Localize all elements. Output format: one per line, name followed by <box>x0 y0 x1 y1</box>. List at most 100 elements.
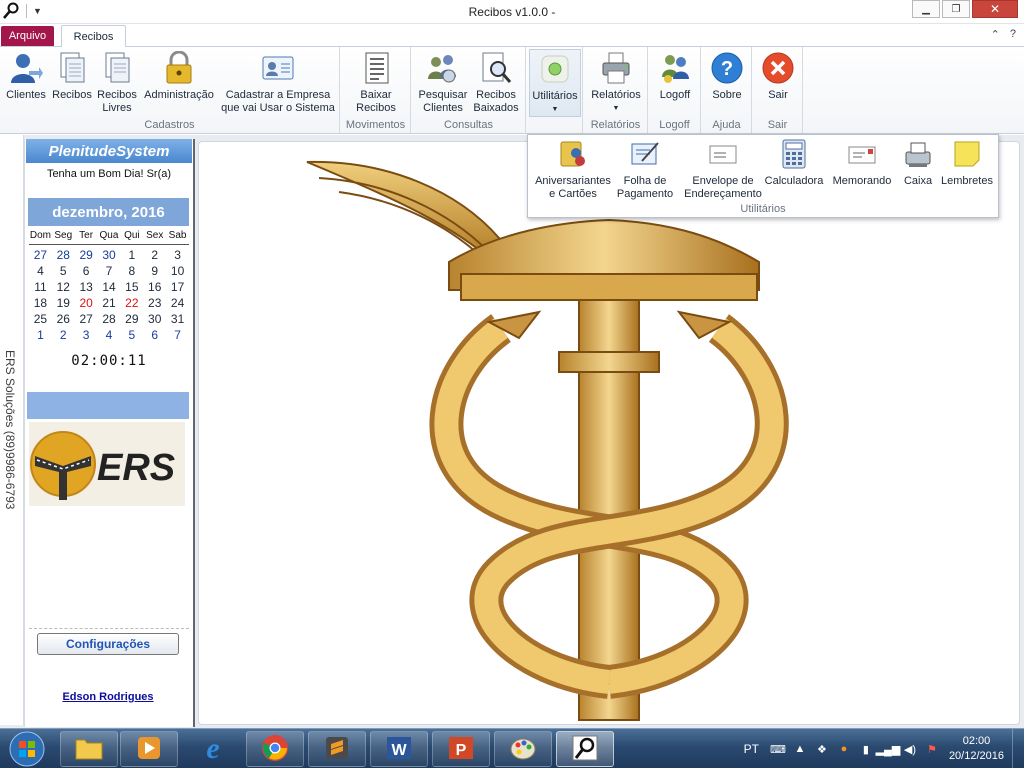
sair-button[interactable]: Sair <box>757 51 799 102</box>
calendar-day[interactable]: 15 <box>120 279 143 295</box>
calendar-day[interactable]: 27 <box>75 311 98 327</box>
administracao-button[interactable]: Administração <box>141 50 217 102</box>
calendar-day[interactable]: 17 <box>166 279 189 295</box>
calendar-day[interactable]: 25 <box>29 311 52 327</box>
calendar-day[interactable]: 19 <box>52 295 75 311</box>
relatorios-button[interactable]: Relatórios ▼ <box>588 51 644 115</box>
calendar-month[interactable]: dezembro, 2016 <box>28 198 189 226</box>
calendar-day[interactable]: 2 <box>52 327 75 343</box>
calendar-day[interactable]: 13 <box>75 279 98 295</box>
calendar-day[interactable]: 31 <box>166 311 189 327</box>
recibos-livres-button[interactable]: Recibos Livres <box>95 51 139 115</box>
close-button[interactable]: ✕ <box>972 0 1018 18</box>
calendar-day[interactable]: 5 <box>120 327 143 343</box>
calendar-day[interactable]: 14 <box>98 279 121 295</box>
show-hidden-icons[interactable]: ▲ <box>792 741 808 757</box>
group-logoff: Logoff Logoff <box>649 47 701 133</box>
author-link[interactable]: Edson Rodrigues <box>25 691 191 703</box>
caixa-button[interactable]: Caixa <box>898 139 938 188</box>
calendar-day[interactable]: 8 <box>120 263 143 279</box>
calendar-day[interactable]: 29 <box>75 247 98 263</box>
recibos-button[interactable]: Recibos <box>52 51 92 102</box>
calendar-day[interactable]: 2 <box>143 247 166 263</box>
calendar-day[interactable]: 21 <box>98 295 121 311</box>
collapse-ribbon-icon[interactable]: ⌃ <box>991 28 1000 41</box>
calendar-week: 27 28 29 30 1 2 3 <box>29 247 189 263</box>
taskbar-chrome[interactable] <box>246 731 304 767</box>
recibos-baixados-button[interactable]: Recibos Baixados <box>470 51 522 115</box>
calendar-day[interactable]: 4 <box>98 327 121 343</box>
taskbar-sublime[interactable] <box>308 731 366 767</box>
calendar-day[interactable]: 30 <box>98 247 121 263</box>
calendar-day[interactable]: 7 <box>98 263 121 279</box>
weekday-label: Ter <box>79 230 94 241</box>
dropbox-icon[interactable]: ❖ <box>814 741 830 757</box>
folha-pagamento-button[interactable]: Folha de Pagamento <box>614 139 676 201</box>
calendar-day[interactable]: 7 <box>166 327 189 343</box>
calendar-day[interactable]: 29 <box>120 311 143 327</box>
calculadora-button[interactable]: Calculadora <box>762 139 826 188</box>
calendar-day[interactable]: 10 <box>166 263 189 279</box>
calendar-day[interactable]: 28 <box>98 311 121 327</box>
memorando-button[interactable]: Memorando <box>828 139 896 188</box>
caixa-label: Caixa <box>903 175 933 187</box>
calendar-day[interactable]: 18 <box>29 295 52 311</box>
calendar-day[interactable]: 1 <box>29 327 52 343</box>
avast-icon[interactable]: ● <box>836 741 852 757</box>
calendar-day[interactable]: 11 <box>29 279 52 295</box>
taskbar-paint[interactable] <box>494 731 552 767</box>
show-desktop-button[interactable] <box>1012 729 1024 768</box>
minimize-button[interactable]: ▁ <box>912 0 940 18</box>
taskbar-explorer[interactable] <box>60 731 118 767</box>
calendar-day[interactable]: 4 <box>29 263 52 279</box>
sticky-note-icon <box>952 139 982 169</box>
tray-clock[interactable]: 02:00 20/12/2016 <box>949 734 1004 764</box>
calendar-day[interactable]: 6 <box>75 263 98 279</box>
calendar-day[interactable]: 26 <box>52 311 75 327</box>
network-icon[interactable]: ▂▄▆ <box>876 741 901 757</box>
tab-recibos[interactable]: Recibos <box>61 25 126 48</box>
calendar-day[interactable]: 30 <box>143 311 166 327</box>
calendar-day[interactable]: 16 <box>143 279 166 295</box>
help-icon[interactable]: ? <box>1010 28 1016 41</box>
tab-arquivo[interactable]: Arquivo <box>1 26 54 46</box>
language-indicator[interactable]: PT <box>744 742 759 756</box>
taskbar-media[interactable] <box>120 731 178 767</box>
calendar-day[interactable]: 28 <box>52 247 75 263</box>
keyboard-icon[interactable]: ⌨ <box>770 741 786 757</box>
taskbar-powerpoint[interactable]: P <box>432 731 490 767</box>
sobre-button[interactable]: ? Sobre <box>706 51 748 102</box>
maximize-button[interactable]: ❐ <box>942 0 970 18</box>
calendar-day[interactable]: 6 <box>143 327 166 343</box>
clientes-button[interactable]: Clientes <box>4 51 48 102</box>
device-icon[interactable]: ▮ <box>858 741 874 757</box>
group-movimentos: Baixar Recibos Movimentos <box>341 47 411 133</box>
calendar-day[interactable]: 9 <box>143 263 166 279</box>
cadastrar-empresa-button[interactable]: Cadastrar a Empresa que vai Usar o Siste… <box>220 51 336 115</box>
calendar-day[interactable]: 1 <box>120 247 143 263</box>
lembretes-button[interactable]: Lembretes <box>938 139 996 188</box>
envelope-button[interactable]: Envelope de Endereçamento <box>680 139 766 201</box>
taskbar-ie[interactable]: e <box>184 731 242 767</box>
utilitarios-button[interactable]: Utilitários ▼ <box>529 49 581 117</box>
calendar-day[interactable]: 3 <box>75 327 98 343</box>
configuracoes-button[interactable]: Configurações <box>37 633 179 655</box>
calendar-day[interactable]: 27 <box>29 247 52 263</box>
calendar-day[interactable]: 3 <box>166 247 189 263</box>
calendar-day[interactable]: 22 <box>120 295 143 311</box>
baixar-recibos-button[interactable]: Baixar Recibos <box>353 51 399 115</box>
taskbar-word[interactable]: W <box>370 731 428 767</box>
calendar-day[interactable]: 5 <box>52 263 75 279</box>
calendar-day[interactable]: 23 <box>143 295 166 311</box>
calendar-day[interactable]: 24 <box>166 295 189 311</box>
aniversariantes-button[interactable]: Aniversariantes e Cartões <box>532 139 614 201</box>
pesquisar-clientes-button[interactable]: Pesquisar Clientes <box>417 51 469 115</box>
calendar-day[interactable]: 12 <box>52 279 75 295</box>
logoff-button[interactable]: Logoff <box>653 51 697 102</box>
action-center-icon[interactable]: ⚑ <box>924 741 940 757</box>
start-button[interactable] <box>2 730 52 768</box>
calendar-day[interactable]: 20 <box>75 295 98 311</box>
brand-title: PlenitudeSystem <box>26 139 192 163</box>
taskbar-recibos-app[interactable] <box>556 731 614 767</box>
volume-icon[interactable]: ◀) <box>902 741 918 757</box>
